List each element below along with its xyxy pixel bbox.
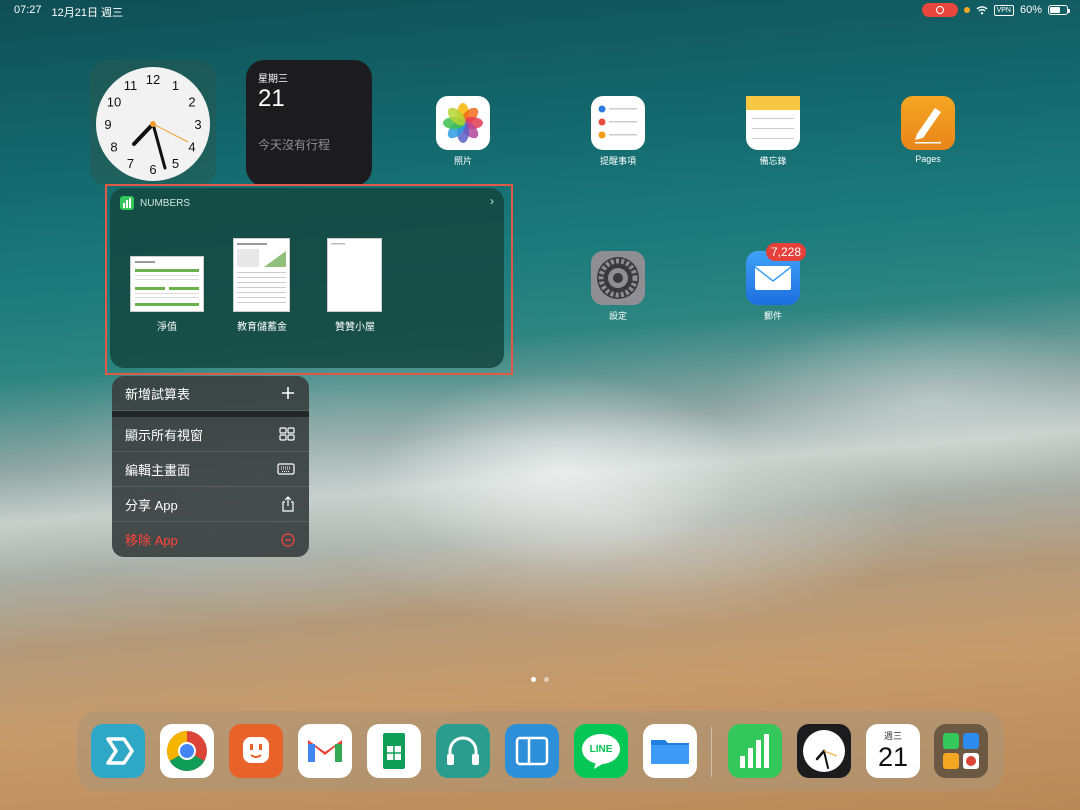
app-label-photos: 照片 [453,156,472,166]
clock-numeral: 6 [149,162,156,177]
menu-label: 編輯主畫面 [125,462,191,478]
status-date: 12月21日 週三 [51,7,124,19]
notes-icon[interactable] [746,96,800,150]
page-dot [544,677,549,682]
settings-icon[interactable] [591,251,645,305]
files-icon[interactable] [643,724,697,778]
dock-divider [711,727,712,777]
vpn-badge: VPN [993,4,1014,16]
calendar-widget[interactable]: 星期三 21 今天沒有行程 [246,60,372,186]
app-label-notes: 備忘錄 [759,156,787,166]
grid-icon [279,427,295,441]
photos-icon[interactable] [436,96,490,150]
menu-new-spreadsheet[interactable]: 新增試算表 [112,376,309,411]
keyboard-icon [277,463,295,475]
reminders-icon[interactable] [591,96,645,150]
calendar-no-events: 今天沒有行程 [258,138,331,152]
clock-numeral: 12 [146,72,160,87]
share-icon [282,496,294,512]
wallet-icon[interactable] [505,724,559,778]
wifi-icon [976,6,988,15]
numbers-icon[interactable] [728,724,782,778]
pages-icon[interactable] [901,96,955,150]
gmail-icon[interactable] [298,724,352,778]
headphones-icon[interactable] [436,724,490,778]
sheets-icon[interactable] [367,724,421,778]
page-indicator[interactable] [531,677,549,682]
dock: LINE 週三 21 [77,711,1004,791]
menu-remove-app[interactable]: 移除 App [112,522,309,557]
calendar-weekday: 星期三 [258,74,288,85]
clock-numeral: 8 [110,140,117,155]
app-label-reminders: 提醒事項 [599,156,636,166]
clock-widget[interactable]: 12 1 2 3 4 5 6 7 8 9 10 11 [90,60,216,186]
status-time: 07:27 [14,4,42,16]
app-label-pages: Pages [915,154,941,164]
app-context-menu: 新增試算表 顯示所有視窗 編輯主畫面 分享 App 移除 App [112,376,309,557]
app-label-settings: 設定 [608,311,627,321]
clock-numeral: 7 [127,156,134,171]
line-logo-text: LINE [589,744,613,755]
line-icon[interactable]: LINE [574,724,628,778]
page-dot [531,677,536,682]
clock-numeral: 3 [194,117,201,132]
menu-label: 顯示所有視窗 [125,427,204,443]
plus-icon [282,387,294,399]
clock-numeral: 10 [107,95,121,110]
app-label-mail: 郵件 [763,311,782,321]
clock-numeral: 11 [124,78,138,93]
menu-label: 移除 App [125,533,178,548]
clock-icon[interactable] [797,724,851,778]
clock-numeral: 4 [188,140,195,155]
analog-clock-face: 12 1234567891011 [96,67,210,181]
twister-icon[interactable] [91,724,145,778]
clock-numeral: 5 [172,156,179,171]
menu-label: 分享 App [125,497,178,513]
dock-calendar-weekday: 週三 [883,731,902,741]
clock-numeral: 2 [188,95,195,110]
menu-edit-home-screen[interactable]: 編輯主畫面 [112,452,309,487]
mic-indicator-icon [963,7,970,13]
dock-calendar-day: 21 [877,742,909,772]
calendar-day: 21 [258,85,285,112]
minus-circle-icon [281,532,295,547]
calendar-icon[interactable]: 週三 21 [866,724,920,778]
app-library-icon[interactable] [934,724,988,778]
clock-numeral: 9 [104,117,111,132]
mail-badge: 7,228 [766,243,807,261]
menu-label: 新增試算表 [125,386,191,402]
menu-share-app[interactable]: 分享 App [112,487,309,522]
status-bar: 07:27 12月21日 週三 VPN 60% [0,0,1080,20]
numbers-card-highlight [105,184,513,375]
battery-percent: 60% [1019,4,1042,16]
clock-numeral: 1 [172,78,179,93]
screen-recording-icon[interactable] [921,3,958,17]
chrome-icon[interactable] [160,724,214,778]
battery-icon [1048,5,1070,15]
plug-icon[interactable] [229,724,283,778]
menu-show-all-windows[interactable]: 顯示所有視窗 [112,417,309,452]
